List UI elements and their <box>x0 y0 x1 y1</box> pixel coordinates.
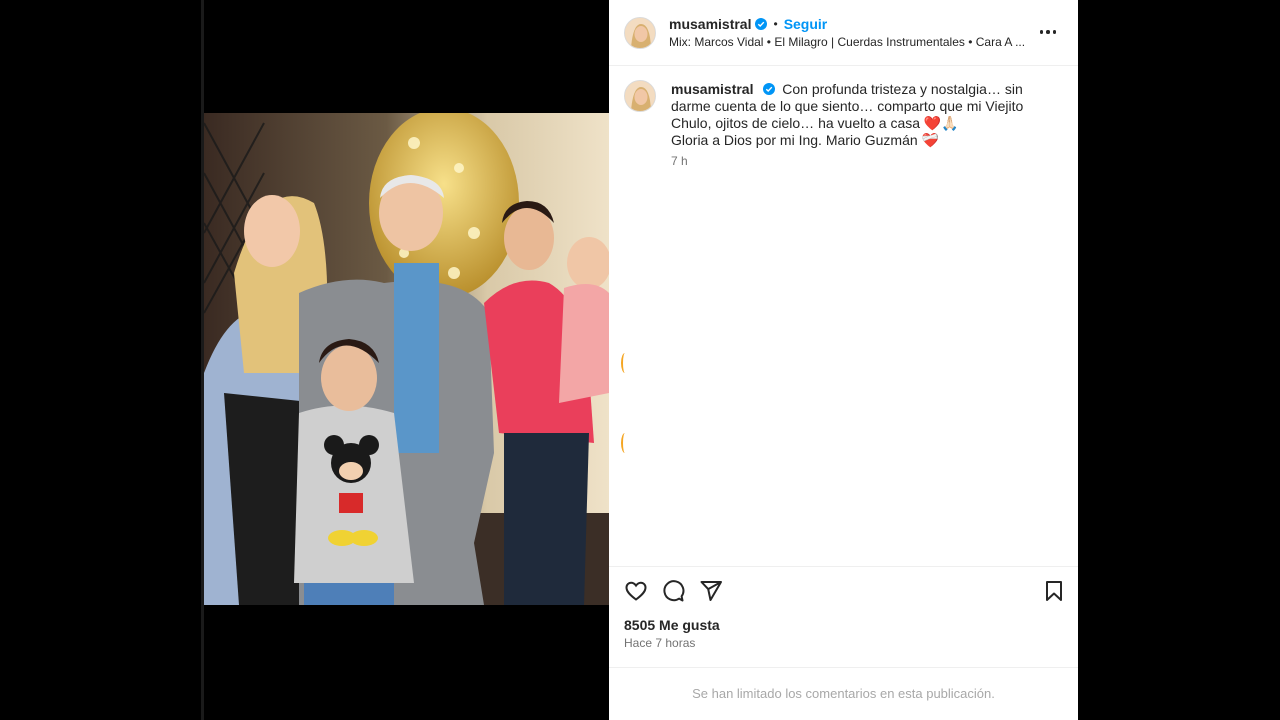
post-timestamp[interactable]: Hace 7 horas <box>624 636 695 650</box>
family-photo <box>204 113 609 605</box>
verified-badge-icon <box>755 18 768 30</box>
caption-body-line2: Gloria a Dios por mi Ing. Mario Guzmán ❤… <box>671 132 939 148</box>
caption-text: musamistral Con profunda tristeza y nost… <box>671 81 1061 149</box>
profile-photo <box>625 18 655 48</box>
separator-dot: • <box>773 17 778 31</box>
caption-username-link[interactable]: musamistral <box>671 81 753 97</box>
loading-spinner-icon <box>621 433 629 453</box>
audio-track-link[interactable]: Mix: Marcos Vidal • El Milagro | Cuerdas… <box>669 35 1025 49</box>
post-media-pane <box>204 0 797 720</box>
avatar[interactable] <box>624 17 656 49</box>
avatar[interactable] <box>624 80 656 112</box>
send-icon[interactable] <box>699 579 723 603</box>
caption-timestamp[interactable]: 7 h <box>671 154 688 168</box>
header-title-row: musamistral • Seguir <box>669 16 827 32</box>
verified-badge-icon <box>763 83 776 95</box>
username-link[interactable]: musamistral <box>669 16 751 32</box>
post-video[interactable] <box>204 113 609 605</box>
action-bar <box>609 566 1078 612</box>
profile-photo <box>625 81 655 111</box>
bookmark-icon[interactable] <box>1042 579 1066 603</box>
likes-count[interactable]: 8505 Me gusta <box>624 617 720 633</box>
loading-spinner-icon <box>621 353 629 373</box>
post-header: musamistral • Seguir Mix: Marcos Vidal •… <box>609 0 1078 66</box>
viewer-backdrop <box>1078 0 1280 720</box>
more-options-button[interactable] <box>1036 22 1060 42</box>
follow-button[interactable]: Seguir <box>784 16 828 32</box>
comments-limited-notice: Se han limitado los comentarios en esta … <box>609 667 1078 720</box>
heart-icon[interactable] <box>624 579 648 603</box>
post-details-panel: musamistral • Seguir Mix: Marcos Vidal •… <box>609 0 1078 720</box>
more-horizontal-icon <box>1039 30 1044 34</box>
comment-icon[interactable] <box>661 579 685 603</box>
